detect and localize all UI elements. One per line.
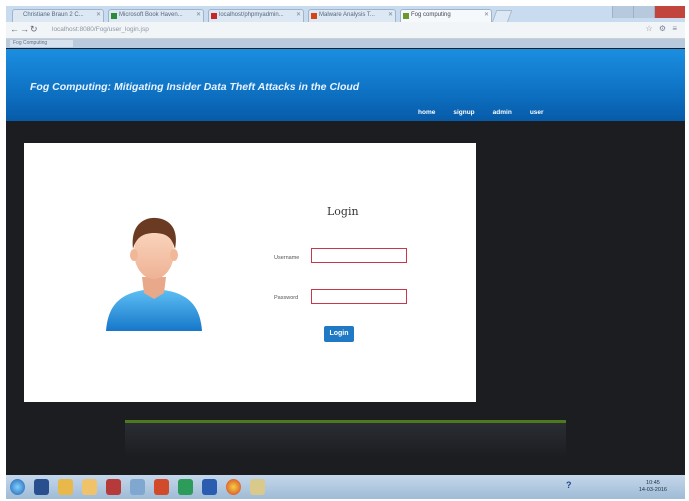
tab-close-icon[interactable]: ✕ — [96, 11, 101, 18]
tab-close-icon[interactable]: ✕ — [296, 11, 301, 18]
browser-tab[interactable]: Christiane Braun 2 C... ✕ — [12, 9, 104, 22]
site-nav: home signup admin user — [418, 109, 544, 116]
username-label: Username — [274, 255, 300, 261]
taskbar-word-icon[interactable] — [202, 479, 217, 495]
login-panel: Login Username Password Login — [24, 143, 476, 402]
login-button[interactable]: Login — [324, 326, 354, 342]
nav-admin-link[interactable]: admin — [493, 109, 512, 116]
close-window-button[interactable] — [654, 6, 685, 18]
url-field[interactable]: localhost:8080/Fog/user_login.jsp — [46, 24, 612, 35]
browser-tools-icons[interactable]: ☆ ⚙ ≡ — [646, 24, 679, 33]
taskbar: ? 10:45 14-03-2016 — [6, 475, 685, 499]
window-controls — [612, 6, 685, 18]
taskbar-app-icon[interactable] — [106, 479, 121, 495]
taskbar-folder-icon[interactable] — [82, 479, 97, 495]
taskbar-app-icon[interactable] — [34, 479, 49, 495]
nav-signup-link[interactable]: signup — [453, 109, 474, 116]
tab-close-icon[interactable]: ✕ — [484, 11, 489, 18]
nav-home-link[interactable]: home — [418, 109, 435, 116]
minimize-button[interactable] — [612, 6, 633, 18]
tab-label: Malware Analysis T... — [319, 12, 375, 18]
forward-arrow-icon[interactable]: → — [20, 24, 29, 34]
taskbar-app-icon[interactable] — [178, 479, 193, 495]
tab-label: Microsoft Book Haven... — [119, 12, 183, 18]
tab-favicon-icon — [311, 13, 317, 19]
back-arrow-icon[interactable]: ← — [10, 24, 19, 34]
taskbar-chrome-icon[interactable] — [226, 479, 241, 495]
tab-favicon-icon — [211, 13, 217, 19]
browser-tab[interactable]: Microsoft Book Haven... ✕ — [108, 9, 204, 22]
password-input[interactable] — [311, 289, 407, 304]
clock-date: 14-03-2016 — [638, 487, 667, 493]
tab-favicon-icon — [403, 13, 409, 19]
tab-label: Fog computing — [411, 12, 451, 18]
user-avatar-icon — [106, 217, 202, 331]
taskbar-app-icon[interactable] — [154, 479, 169, 495]
maximize-button[interactable] — [633, 6, 654, 18]
reload-icon[interactable]: ↻ — [30, 24, 38, 35]
start-button[interactable] — [10, 479, 25, 495]
taskbar-app-icon[interactable] — [250, 479, 265, 495]
tab-favicon-icon — [15, 13, 21, 19]
site-title: Fog Computing: Mitigating Insider Data T… — [30, 81, 360, 93]
browser-tab[interactable]: localhost/phpmyadmin... ✕ — [208, 9, 304, 22]
username-input[interactable] — [311, 248, 407, 263]
bookmarks-bar: Fog Computing — [6, 39, 685, 48]
clock-time: 10:45 — [646, 480, 660, 486]
login-title: Login — [327, 205, 359, 218]
bookmark-item[interactable]: Fog Computing — [10, 40, 73, 47]
footer-shade — [125, 423, 566, 457]
help-icon[interactable]: ? — [566, 480, 572, 490]
browser-tab-active[interactable]: Fog computing ✕ — [400, 9, 492, 22]
nav-user-link[interactable]: user — [530, 109, 544, 116]
tab-close-icon[interactable]: ✕ — [196, 11, 201, 18]
taskbar-clock[interactable]: 10:45 14-03-2016 — [639, 480, 667, 494]
password-label: Password — [274, 295, 299, 301]
tab-close-icon[interactable]: ✕ — [388, 11, 393, 18]
screen: Christiane Braun 2 C... ✕ Microsoft Book… — [6, 6, 685, 499]
browser-tab-strip: Christiane Braun 2 C... ✕ Microsoft Book… — [6, 6, 685, 23]
taskbar-app-icon[interactable] — [58, 479, 73, 495]
taskbar-app-icon[interactable] — [130, 479, 145, 495]
tab-label: Christiane Braun 2 C... — [23, 12, 84, 18]
tab-label: localhost/phpmyadmin... — [219, 12, 284, 18]
tab-favicon-icon — [111, 13, 117, 19]
browser-tab[interactable]: Malware Analysis T... ✕ — [308, 9, 396, 22]
site-header: Fog Computing: Mitigating Insider Data T… — [6, 49, 685, 121]
address-bar-row: ← → ↻ localhost:8080/Fog/user_login.jsp … — [6, 22, 685, 39]
